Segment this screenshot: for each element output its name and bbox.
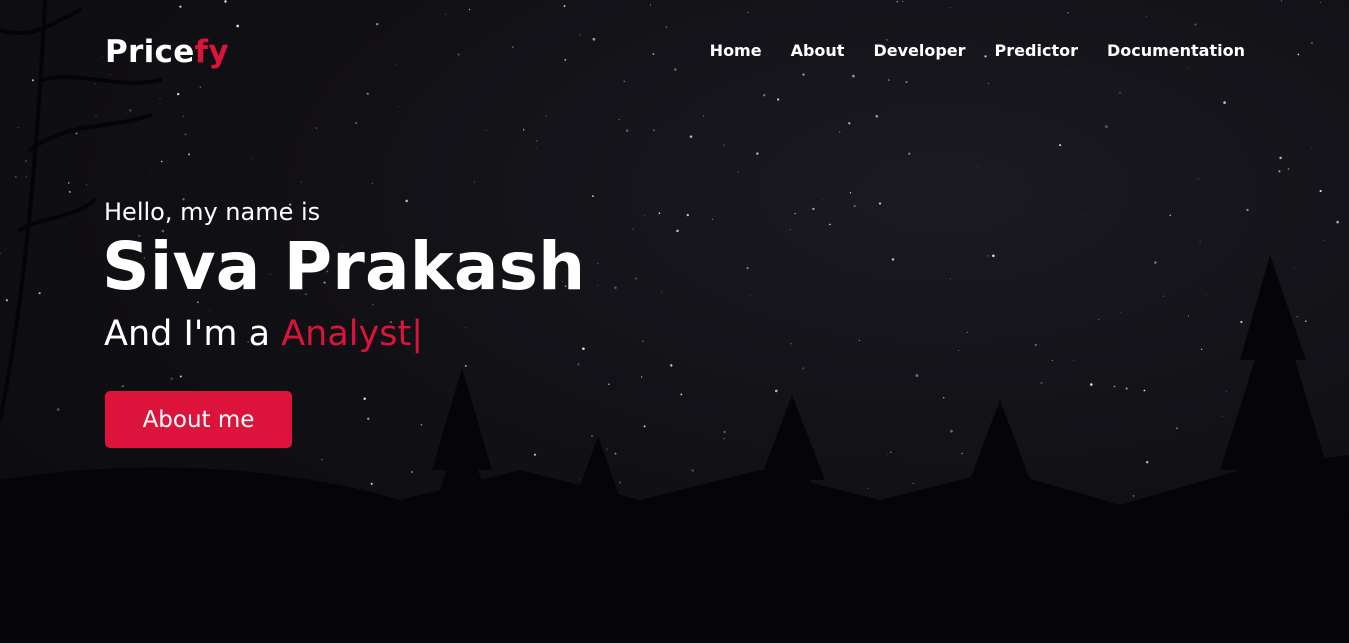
nav-link-predictor[interactable]: Predictor	[995, 41, 1078, 61]
about-me-button[interactable]: About me	[105, 391, 292, 448]
nav-link-documentation[interactable]: Documentation	[1107, 41, 1245, 61]
hero-content: Hello, my name is Siva Prakash And I'm a…	[102, 195, 586, 356]
hero-greeting: Hello, my name is	[104, 198, 321, 226]
top-navbar: Pricefy Home About Developer Predictor D…	[0, 0, 1349, 104]
hero-role-line: And I'm a Analyst|	[104, 312, 585, 356]
hero-section: Pricefy Home About Developer Predictor D…	[0, 0, 1349, 643]
nav-link-home[interactable]: Home	[710, 41, 762, 61]
brand-name-main: Price	[105, 34, 195, 70]
hero-name: Siva Prakash	[102, 228, 586, 305]
hero-role-prefix: And I'm a	[104, 314, 271, 354]
nav-item-predictor: Predictor	[995, 41, 1078, 61]
typing-cursor: |	[411, 314, 423, 354]
brand-name-accent: fy	[194, 34, 229, 70]
nav-item-home: Home	[710, 41, 762, 61]
nav-item-developer: Developer	[873, 41, 965, 61]
nav-link-developer[interactable]: Developer	[873, 41, 965, 61]
nav-link-about[interactable]: About	[791, 41, 845, 61]
nav-item-about: About	[791, 41, 845, 61]
hero-role-typed: Analyst	[281, 314, 412, 354]
brand-logo[interactable]: Pricefy	[105, 33, 229, 71]
nav-menu: Home About Developer Predictor Documenta…	[710, 41, 1245, 61]
nav-item-documentation: Documentation	[1107, 41, 1245, 61]
